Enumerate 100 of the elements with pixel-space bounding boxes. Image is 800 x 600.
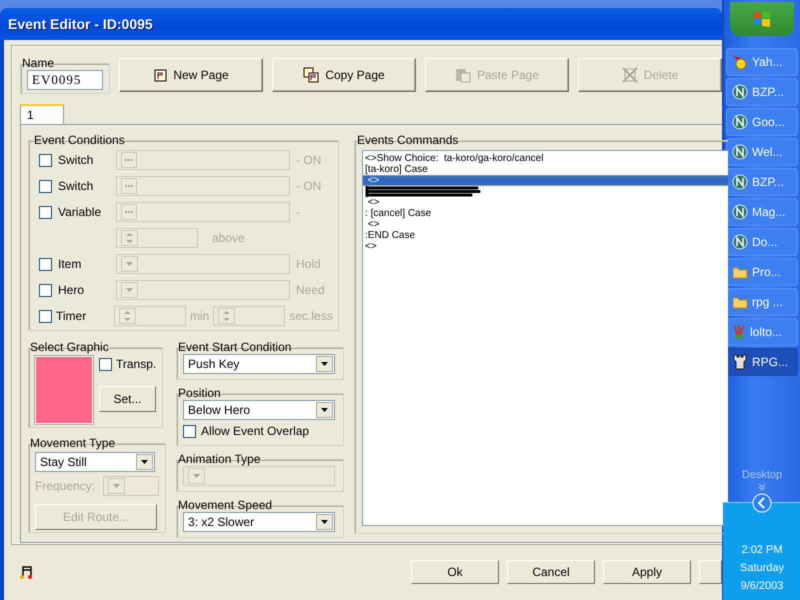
- browse-icon[interactable]: [121, 178, 137, 194]
- checkbox[interactable]: [99, 358, 112, 370]
- browse-icon[interactable]: [121, 152, 137, 168]
- globe-icon: [732, 114, 748, 130]
- taskbar-item[interactable]: Pro...: [726, 258, 798, 286]
- command-line[interactable]: <>: [363, 197, 728, 208]
- group-title: Movement Type: [29, 436, 116, 450]
- toolbar-button[interactable]: Copy Page: [272, 58, 416, 92]
- checkbox[interactable]: [39, 310, 52, 322]
- suffix-label: -: [296, 205, 300, 219]
- set-button[interactable]: Set...: [99, 386, 156, 412]
- globe-icon: [732, 234, 748, 250]
- checkbox-label: Variable: [58, 205, 102, 219]
- picker-field[interactable]: [116, 150, 290, 170]
- suffix-label: - ON: [296, 179, 322, 193]
- checkbox-label: Switch: [58, 153, 94, 167]
- suffix-label: Hold: [296, 257, 321, 271]
- taskbar-item[interactable]: Goo...: [726, 108, 798, 136]
- suffix-label: sec.less: [289, 309, 333, 323]
- command-line[interactable]: <>Show Choice: ta-koro/ga-koro/cancel: [363, 153, 728, 164]
- number-field[interactable]: [114, 306, 186, 326]
- page-cross-icon: [622, 67, 638, 83]
- toolbar-button[interactable]: New Page: [119, 58, 263, 92]
- dialog-button[interactable]: Cancel: [507, 560, 595, 584]
- checkbox-label: Timer: [56, 309, 88, 323]
- checkbox-label: Switch: [58, 179, 94, 193]
- command-line[interactable]: :END Case: [363, 230, 728, 241]
- globe-icon: [732, 204, 748, 220]
- castle-tower-icon: [732, 354, 748, 370]
- dialog-button[interactable]: Apply: [603, 560, 691, 584]
- checkbox[interactable]: [39, 154, 52, 166]
- checkbox[interactable]: [39, 206, 52, 218]
- collapse-icon[interactable]: [752, 493, 772, 513]
- group-title: Event Conditions: [33, 133, 126, 147]
- start-button[interactable]: [730, 2, 794, 36]
- taskbar-item[interactable]: BZP...: [726, 168, 798, 196]
- checkbox-label: Allow Event Overlap: [201, 424, 310, 438]
- checkbox-label: Item: [58, 257, 82, 271]
- name-field[interactable]: EV0095: [27, 70, 103, 90]
- taskbar-item[interactable]: Do...: [726, 228, 798, 256]
- folder-icon: [732, 295, 748, 309]
- number-field[interactable]: [213, 306, 286, 326]
- group-title: Animation Type: [177, 452, 262, 466]
- globe-icon: [732, 144, 748, 160]
- graphic-preview[interactable]: [35, 356, 93, 424]
- dialog-button[interactable]: Ok: [411, 560, 499, 584]
- group-title: Select Graphic: [29, 340, 110, 354]
- checkbox-label: Hero: [58, 283, 86, 297]
- command-line[interactable]: <>: [363, 241, 728, 252]
- suffix-label: Need: [296, 283, 325, 297]
- folder-icon: [732, 265, 748, 279]
- window-title: Event Editor - ID:0095: [0, 8, 722, 40]
- browse-icon[interactable]: [121, 204, 137, 220]
- windows-flag-icon: [753, 11, 771, 27]
- taskbar-item[interactable]: RPG...: [726, 348, 798, 376]
- group-title: Position: [177, 386, 222, 400]
- clock-date: 9/6/2003: [740, 580, 784, 592]
- taskbar-item[interactable]: Mag...: [726, 198, 798, 226]
- frequency-label: Frequency:: [35, 479, 96, 493]
- suffix-label: above: [212, 231, 245, 245]
- globe-icon: [732, 174, 748, 190]
- spin-buttons-icon[interactable]: [119, 308, 136, 324]
- taskbar-item[interactable]: Yah...: [726, 48, 798, 76]
- command-line[interactable]: <>: [363, 219, 728, 230]
- number-field[interactable]: [116, 228, 198, 248]
- spin-buttons-icon[interactable]: [218, 308, 236, 324]
- group-title: Event Start Condition: [177, 340, 292, 354]
- picker-field[interactable]: [116, 176, 290, 196]
- group-title: Movement Speed: [177, 498, 274, 512]
- dropdown-field[interactable]: 3: x2 Slower: [183, 512, 336, 532]
- spin-buttons-icon[interactable]: [121, 230, 138, 246]
- brushes-icon: [732, 324, 746, 340]
- page-tab[interactable]: 1: [20, 104, 64, 124]
- checkbox[interactable]: [39, 258, 52, 270]
- clipboard-icon: [454, 67, 471, 83]
- dropdown-field[interactable]: Below Hero: [183, 400, 336, 420]
- dropdown-field[interactable]: Push Key: [183, 354, 336, 374]
- checkbox[interactable]: [183, 424, 196, 438]
- music-note-icon: [18, 564, 34, 580]
- clock-day: Saturday: [740, 562, 784, 574]
- checkbox[interactable]: [39, 180, 52, 192]
- command-line[interactable]: : [cancel] Case: [363, 208, 728, 219]
- globe-icon: [732, 84, 748, 100]
- dropdown-field[interactable]: [116, 254, 290, 274]
- command-list[interactable]: <>Show Choice: ta-koro/ga-koro/cancel [ta-koro] Case <> <> : [cancel] Case <> :END Case <>: [362, 150, 728, 526]
- command-line[interactable]: [ta-koro] Case: [363, 164, 728, 175]
- expand-arrows-icon[interactable]: [758, 483, 766, 491]
- taskbar-item[interactable]: Wel...: [726, 138, 798, 166]
- dropdown-field[interactable]: [103, 476, 160, 496]
- picker-field[interactable]: [116, 202, 290, 222]
- checkbox-label: Transp.: [116, 357, 156, 371]
- dialog-button[interactable]: [699, 560, 722, 584]
- taskbar-item[interactable]: rpg ...: [726, 288, 798, 316]
- smiley-icon: [732, 54, 748, 70]
- dropdown-field[interactable]: [116, 280, 290, 300]
- checkbox[interactable]: [39, 284, 52, 296]
- taskbar-item[interactable]: lolto...: [726, 318, 798, 346]
- page-icon: [153, 68, 168, 82]
- taskbar-item[interactable]: BZP...: [726, 78, 798, 106]
- group-title: Name: [21, 56, 56, 70]
